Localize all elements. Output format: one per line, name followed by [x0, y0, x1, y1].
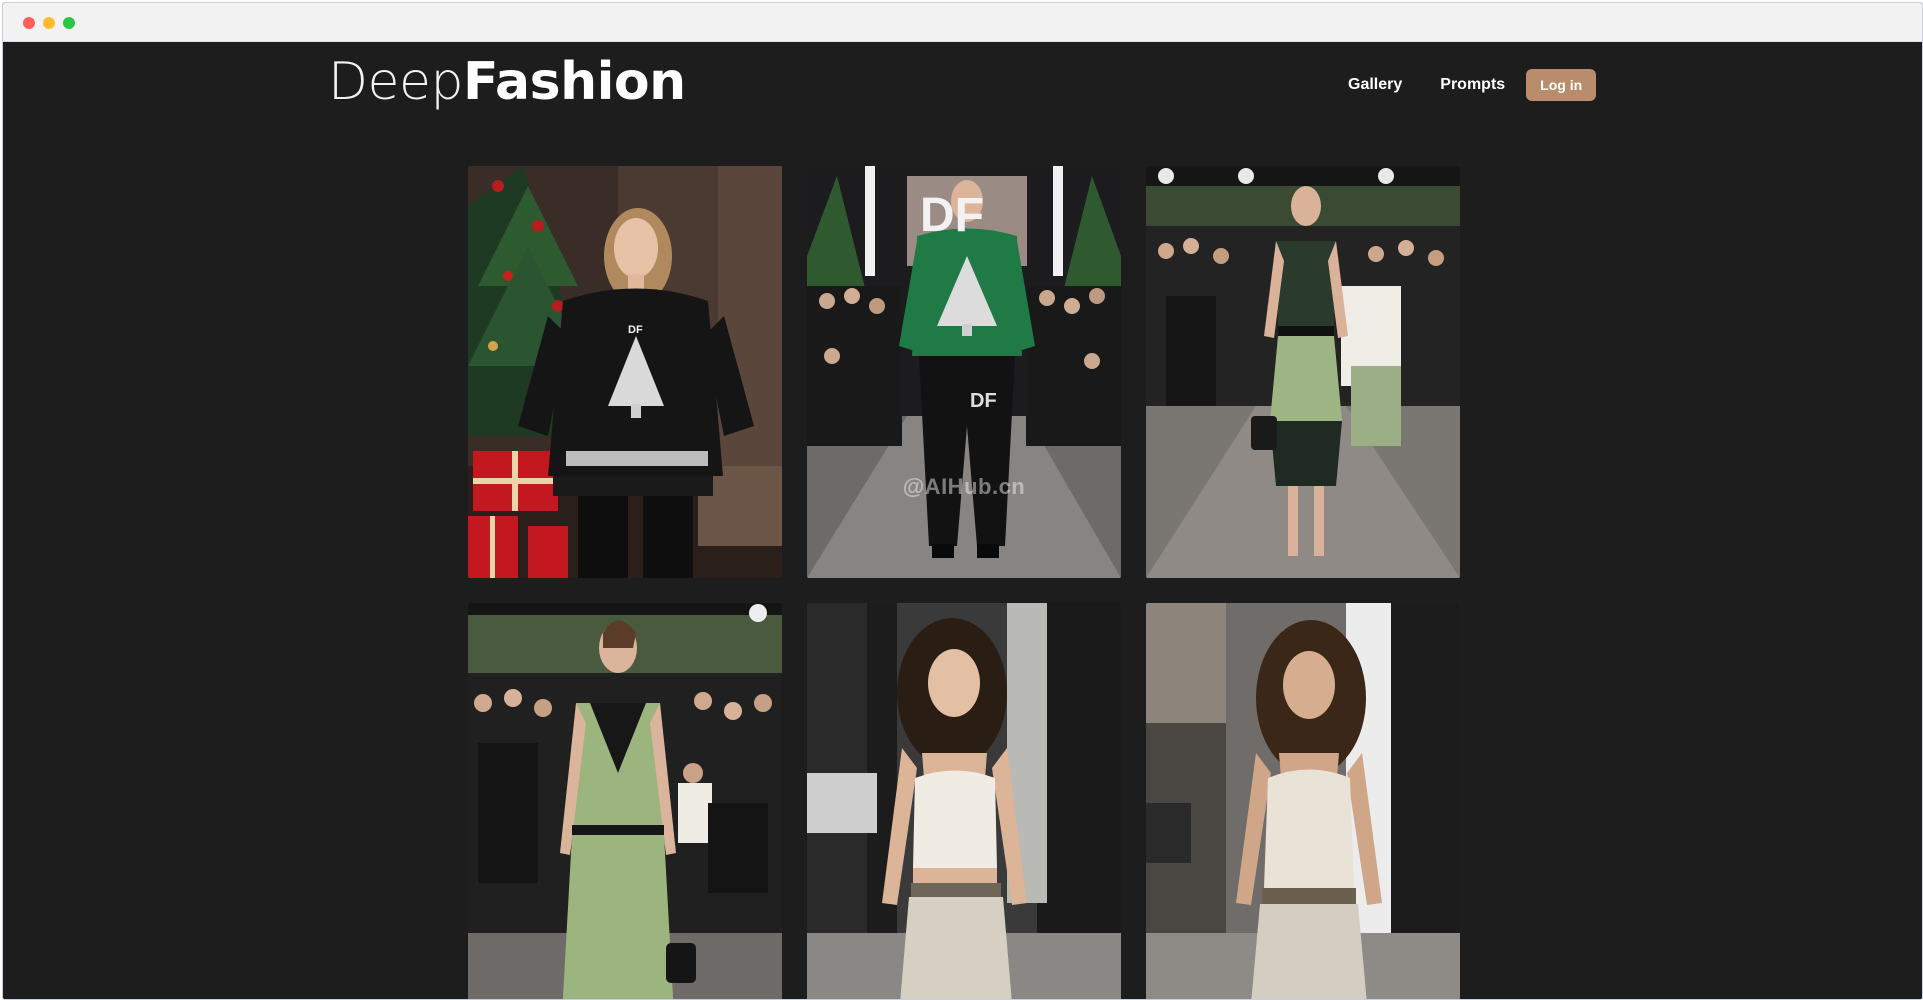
- runway-backdrop-logo: DF: [920, 189, 984, 242]
- nav-prompts-link[interactable]: Prompts: [1425, 68, 1520, 102]
- street-tank-top-photo: [807, 603, 1121, 999]
- minimize-window-icon[interactable]: [43, 17, 55, 29]
- logo-bold-text: Fashion: [463, 52, 686, 112]
- street-cream-tank-photo: [1146, 603, 1460, 999]
- browser-window: DeepFashion Gallery Prompts Log in DF DF…: [2, 2, 1923, 1000]
- logo-light-text: Deep: [328, 52, 464, 112]
- gallery-image-4[interactable]: [468, 603, 782, 999]
- gallery-image-1[interactable]: DF: [468, 166, 782, 578]
- gallery-image-3[interactable]: [1146, 166, 1460, 578]
- gallery-image-2[interactable]: DF DF @AIHub.cn: [807, 166, 1121, 578]
- gallery-image-5[interactable]: [807, 603, 1121, 999]
- top-nav: Gallery Prompts Log in: [1333, 68, 1597, 102]
- sweater-logo-text: DF: [628, 324, 643, 336]
- green-dress-photo: [468, 603, 782, 999]
- close-window-icon[interactable]: [23, 17, 35, 29]
- gallery-image-6[interactable]: [1146, 603, 1460, 999]
- site-logo[interactable]: DeepFashion: [328, 52, 686, 112]
- login-button[interactable]: Log in: [1526, 69, 1597, 101]
- runway-lace-skirt-photo: [1146, 166, 1460, 578]
- image-watermark: @AIHub.cn: [902, 474, 1026, 499]
- maximize-window-icon[interactable]: [63, 17, 75, 29]
- window-titlebar: [3, 3, 1922, 42]
- christmas-sweater-photo: [468, 166, 782, 578]
- page: DeepFashion Gallery Prompts Log in DF DF…: [3, 42, 1922, 999]
- pants-logo-text: DF: [970, 390, 997, 412]
- nav-gallery-link[interactable]: Gallery: [1333, 68, 1417, 102]
